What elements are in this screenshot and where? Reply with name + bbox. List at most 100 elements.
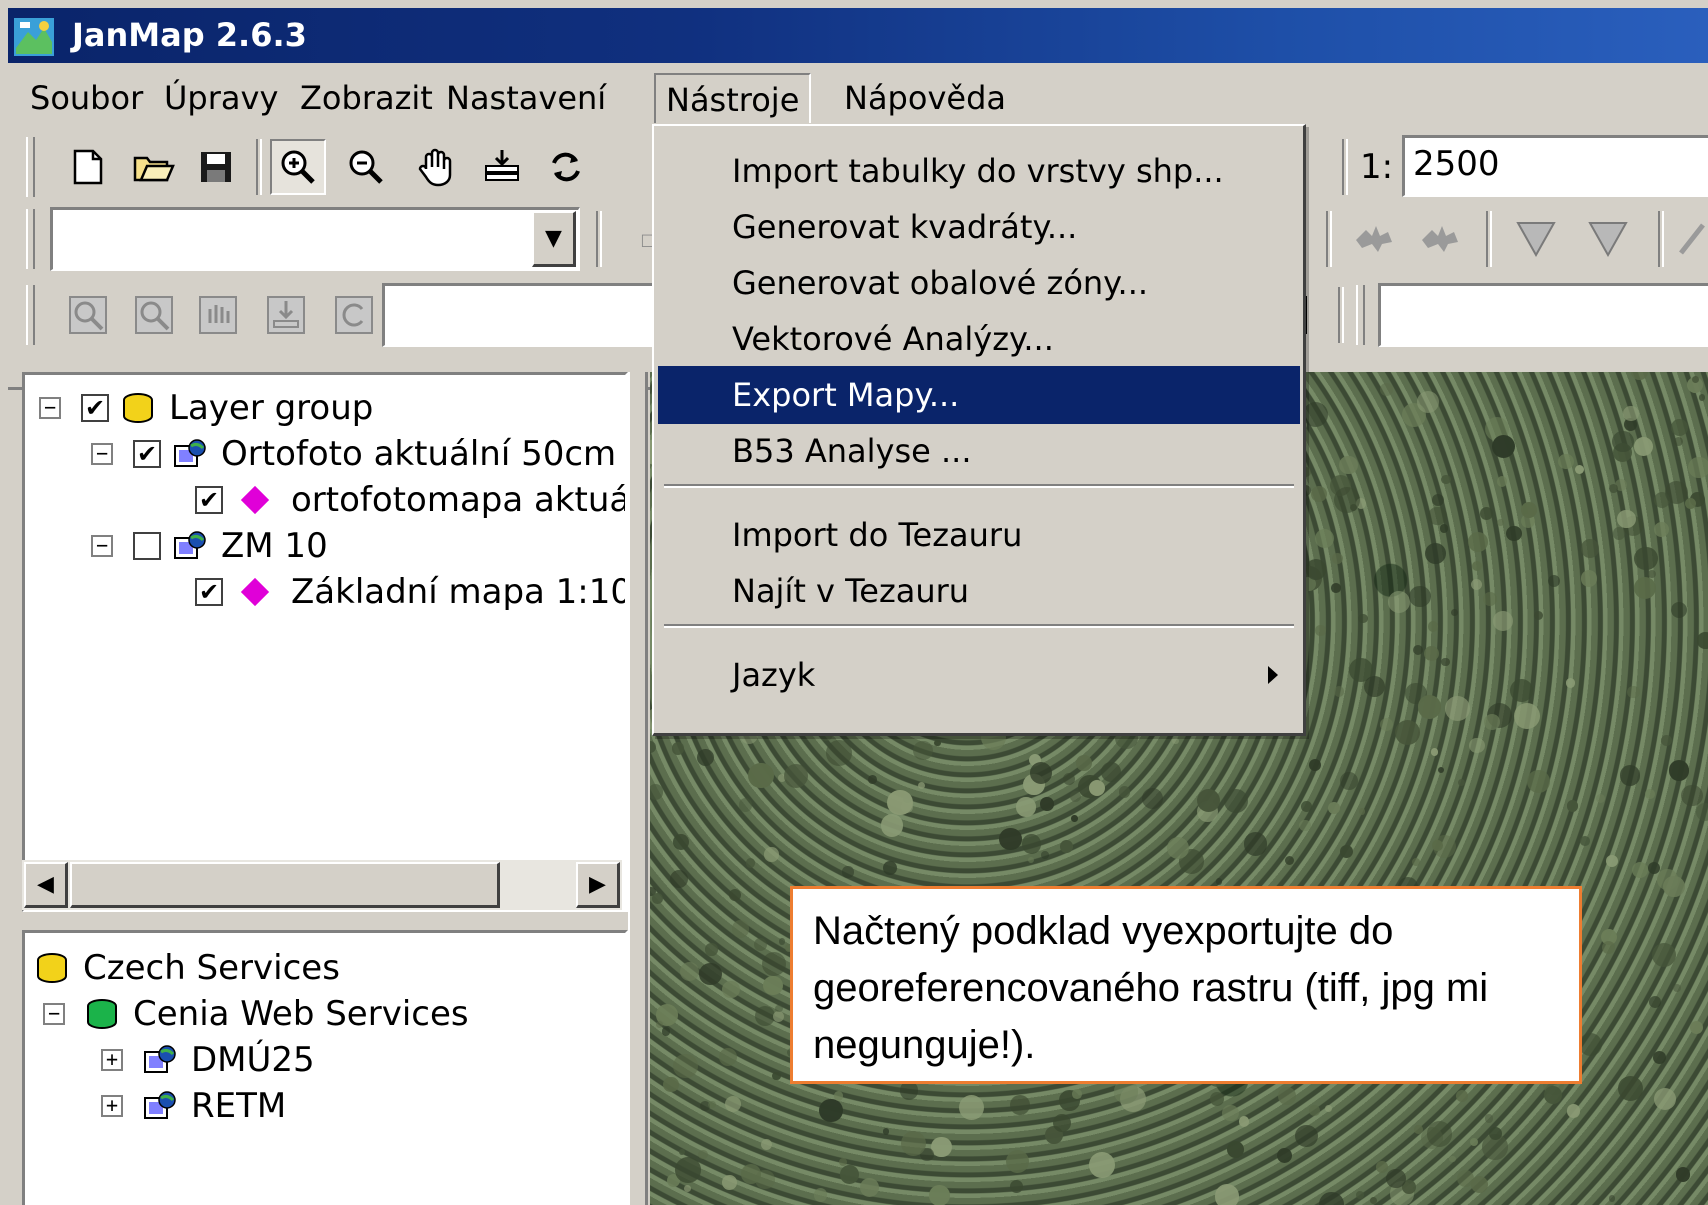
tree-label: Ortofoto aktuální 50cm [221, 434, 617, 474]
scroll-right-icon[interactable]: ▶ [576, 862, 620, 908]
collapse-icon[interactable]: − [91, 535, 113, 557]
menu-upravy[interactable]: Úpravy [154, 73, 288, 123]
tree-canopy [725, 1096, 742, 1113]
tree-canopy [1417, 695, 1442, 720]
expand-icon[interactable]: + [101, 1049, 123, 1071]
scroll-left-icon[interactable]: ◀ [24, 862, 68, 908]
tree-row-zm10[interactable]: − ZM 10 [91, 523, 328, 569]
tree-canopy [1427, 621, 1439, 632]
tree-canopy [1470, 1138, 1479, 1147]
tree-row-layer-group[interactable]: − ✔ Layer group [39, 385, 373, 431]
menu-soubor[interactable]: Soubor [20, 73, 153, 123]
menu-item-jazyk[interactable]: Jazyk [658, 646, 1300, 704]
diamond-icon [240, 485, 270, 515]
tree-canopy [650, 741, 656, 754]
refresh-disabled-icon[interactable] [326, 287, 382, 343]
tree-canopy [1069, 791, 1081, 803]
tree-horizontal-scrollbar[interactable]: ◀ ▶ [22, 860, 622, 910]
toolbar-grip[interactable] [26, 137, 35, 197]
toolbar-grip[interactable] [26, 285, 35, 345]
tree-canopy [1649, 995, 1662, 1008]
tree-row-retm[interactable]: + RETM [101, 1083, 286, 1129]
draw-line-icon[interactable] [1672, 211, 1708, 267]
tree-row-ortofotomapa[interactable]: ✔ ortofotomapa aktuální [195, 477, 625, 523]
tree-canopy [1172, 737, 1180, 745]
scale-input[interactable]: 2500 [1402, 135, 1708, 197]
tree-canopy [1295, 1124, 1318, 1148]
menu-nastroje[interactable]: Nástroje [654, 73, 812, 123]
tree-canopy [1088, 1152, 1115, 1178]
lower-combo-input[interactable] [382, 283, 666, 347]
tree-row-ortofoto[interactable]: − ✔ Ortofoto aktuální 50cm [91, 431, 616, 477]
layer-checkbox[interactable] [133, 532, 161, 560]
tree-canopy [764, 847, 779, 862]
search-field[interactable] [1378, 283, 1708, 347]
chevron-down-icon[interactable]: ▼ [532, 211, 576, 267]
save-icon[interactable] [188, 139, 244, 195]
tree-row-zakladni-mapa[interactable]: ✔ Základní mapa 1:10 000 [195, 569, 628, 615]
app-window: JanMap 2.6.3 Soubor Úpravy Zobrazit Nast… [0, 0, 1708, 1205]
menu-item-export-mapy[interactable]: Export Mapy... [658, 366, 1300, 424]
zoom-out-disabled-icon[interactable] [126, 287, 182, 343]
zoom-in-icon[interactable] [270, 139, 326, 195]
collapse-icon[interactable]: − [91, 443, 113, 465]
tree-row-czech-services[interactable]: Czech Services [35, 945, 340, 991]
tree-canopy [1631, 372, 1649, 381]
import-layer-icon[interactable] [474, 139, 530, 195]
tree-canopy [1506, 525, 1522, 542]
tree-canopy [754, 1005, 776, 1027]
menu-item-najit-v-tezauru[interactable]: Najít v Tezauru [658, 562, 1300, 620]
wms-layer-icon [174, 439, 206, 467]
tree-canopy [678, 1148, 686, 1156]
layer-checkbox[interactable]: ✔ [195, 578, 223, 606]
tree-row-cenia[interactable]: − Cenia Web Services [43, 991, 469, 1037]
menu-item-import-tabulky[interactable]: Import tabulky do vrstvy shp... [658, 142, 1300, 200]
tree-canopy [1016, 797, 1036, 817]
select-up-icon[interactable] [1580, 211, 1636, 267]
tree-canopy [761, 951, 787, 976]
tree-canopy [1626, 685, 1640, 699]
toolbar-grip[interactable] [26, 209, 35, 269]
collapse-icon[interactable]: − [43, 1003, 65, 1025]
open-folder-icon[interactable] [126, 139, 182, 195]
scrollbar-thumb[interactable] [70, 862, 500, 908]
refresh-icon[interactable] [538, 139, 594, 195]
layer-tree-panel: − ✔ Layer group − ✔ Ortofoto aktuální 50… [22, 372, 628, 912]
tree-canopy [1472, 560, 1483, 571]
layer-combo-input[interactable] [50, 207, 580, 271]
new-file-icon[interactable] [60, 139, 116, 195]
layer-checkbox[interactable]: ✔ [133, 440, 161, 468]
tree-label: Základní mapa 1:10 000 [291, 572, 628, 612]
bird-left-icon[interactable] [1346, 211, 1402, 267]
menu-napoveda[interactable]: Nápověda [834, 73, 1016, 123]
bird-right-icon[interactable] [1412, 211, 1468, 267]
tree-canopy [722, 980, 740, 998]
tools-dropdown-menu: Import tabulky do vrstvy shp... Generova… [652, 124, 1306, 736]
menu-item-generovat-obalove-zony[interactable]: Generovat obalové zóny... [658, 254, 1300, 312]
menu-nastaveni[interactable]: Nastavení [436, 73, 616, 123]
tree-canopy [671, 742, 685, 755]
menu-item-vektorove-analyzy[interactable]: Vektorové Analýzy... [658, 310, 1300, 368]
zoom-out-icon[interactable] [338, 139, 394, 195]
import-disabled-icon[interactable] [258, 287, 314, 343]
toolbar-grip[interactable] [1356, 285, 1365, 345]
pan-disabled-icon[interactable] [190, 287, 246, 343]
layer-checkbox[interactable]: ✔ [195, 486, 223, 514]
layer-checkbox[interactable]: ✔ [81, 394, 109, 422]
panel-splitter[interactable] [628, 372, 648, 1205]
tree-canopy [1021, 834, 1042, 854]
tree-row-dmu25[interactable]: + DMÚ25 [101, 1037, 315, 1083]
toolbar-separator [1338, 287, 1344, 343]
tree-canopy [698, 1149, 708, 1160]
expand-icon[interactable]: + [101, 1095, 123, 1117]
collapse-icon[interactable]: − [39, 397, 61, 419]
menu-item-generovat-kvadraty[interactable]: Generovat kvadráty... [658, 198, 1300, 256]
tree-canopy [1411, 857, 1421, 867]
menu-item-import-do-tezauru[interactable]: Import do Tezauru [658, 506, 1300, 564]
tree-canopy [913, 740, 933, 761]
select-down-icon[interactable] [1508, 211, 1564, 267]
zoom-in-disabled-icon[interactable] [60, 287, 116, 343]
menu-zobrazit[interactable]: Zobrazit [290, 73, 443, 123]
pan-hand-icon[interactable] [408, 139, 464, 195]
menu-item-b53-analyse[interactable]: B53 Analyse ... [658, 422, 1300, 480]
